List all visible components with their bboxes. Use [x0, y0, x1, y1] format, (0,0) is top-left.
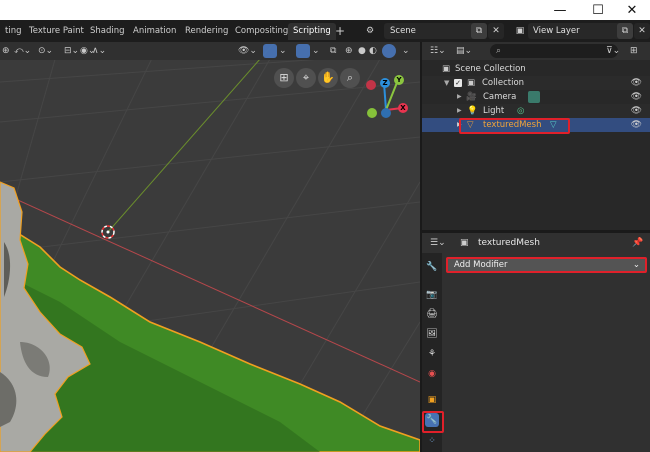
outliner-header: ☷⌄ ▤⌄ ⌕ ⊽⌄ ⊞	[422, 42, 650, 60]
zoom-icon[interactable]: ⌕	[340, 68, 360, 88]
filter-icon[interactable]: ⊽⌄	[606, 45, 620, 58]
highlight-add-modifier	[446, 257, 647, 273]
outliner-row-scene-collection[interactable]: ▣ Scene Collection	[422, 62, 650, 76]
view-layer-browse-icon[interactable]: ▣	[512, 23, 528, 39]
gizmo-neg-y[interactable]	[367, 108, 377, 118]
camera-icon: 🎥	[466, 92, 477, 102]
light-data-icon[interactable]: ◎	[517, 104, 524, 118]
scene-browse-icon[interactable]: ⚙	[362, 23, 378, 39]
properties-object-name: texturedMesh	[478, 238, 540, 248]
collection-icon: ▣	[467, 78, 476, 88]
gizmo-toggle-icon[interactable]	[263, 44, 277, 58]
outliner-row-light[interactable]: ▶ 💡 Light ◎ 👁	[422, 104, 650, 118]
camera-label: Camera	[483, 92, 517, 102]
light-label: Light	[483, 106, 505, 116]
scene-name-field[interactable]: Scene	[384, 23, 475, 39]
tab-shading[interactable]: Shading	[85, 23, 130, 40]
workspace-tab-bar: ting Texture Paint Shading Animation Ren…	[0, 20, 650, 42]
outliner-row-camera[interactable]: ▶ 🎥 Camera 👁	[422, 90, 650, 104]
tab-rendering[interactable]: Rendering	[180, 23, 233, 40]
gizmo-z[interactable]: Z	[380, 78, 390, 88]
close-button[interactable]: ✕	[614, 0, 650, 20]
shading-dropdown-icon[interactable]: ⌄	[402, 45, 410, 58]
gizmo-y[interactable]: Y	[394, 75, 404, 85]
new-view-layer-icon[interactable]: ⧉	[617, 23, 633, 39]
render-tab-icon[interactable]: 📷	[425, 288, 439, 302]
editor-type-icon[interactable]: ☷⌄	[430, 45, 446, 58]
material-shading-icon[interactable]: ◐	[369, 45, 377, 58]
camera-data-icon[interactable]	[528, 91, 540, 103]
gizmo-neg-x[interactable]	[366, 80, 376, 90]
view-layer-name-field[interactable]: View Layer	[528, 23, 621, 39]
scene-collection-label: Scene Collection	[455, 64, 526, 74]
solid-shading-icon[interactable]: ●	[358, 45, 366, 58]
new-scene-icon[interactable]: ⧉	[471, 23, 487, 39]
outliner-search-input[interactable]: ⌕	[490, 44, 618, 58]
wireframe-shading-icon[interactable]: ⊕	[345, 45, 353, 58]
add-workspace-button[interactable]: +	[335, 23, 345, 39]
tool-tab-icon[interactable]: 🔧	[425, 260, 439, 274]
tab-compositing[interactable]: Compositing	[230, 23, 293, 40]
collection-label: Collection	[482, 78, 525, 88]
new-collection-icon[interactable]: ⊞	[630, 45, 638, 58]
rendered-shading-icon[interactable]	[382, 44, 396, 58]
pin-icon[interactable]: 📌	[632, 237, 643, 250]
world-tab-icon[interactable]: ◉	[425, 367, 439, 381]
pivot-icon[interactable]: ⤺⌄	[14, 45, 31, 58]
eye-icon[interactable]: 👁	[631, 76, 642, 90]
camera-view-icon[interactable]: ⌖	[296, 68, 316, 88]
object-tab-icon[interactable]: ▣	[425, 393, 439, 407]
gizmo-dropdown-icon[interactable]: ⌄	[279, 45, 287, 58]
outliner-panel: ☷⌄ ▤⌄ ⌕ ⊽⌄ ⊞ ▣ Scene Collection ▼ ✓ ▣ Co…	[422, 42, 650, 230]
xray-icon[interactable]: ⧉	[330, 45, 336, 58]
eye-icon[interactable]: 👁	[631, 118, 642, 132]
eye-icon[interactable]: 👁	[631, 104, 642, 118]
tab-animation[interactable]: Animation	[128, 23, 181, 40]
viewport-canvas	[0, 42, 420, 452]
viewport-header: ⊕ ⤺⌄ ⊙⌄ ⊟⌄ ◉⌄ ∧⌄ 👁⌄ ⌄ ⌄ ⧉ ⊕ ● ◐ ⌄	[0, 42, 420, 60]
minimize-button[interactable]: —	[542, 0, 578, 20]
light-icon: 💡	[467, 106, 478, 116]
title-bar: — ☐ ✕	[0, 0, 650, 20]
gizmo-x[interactable]: X	[398, 103, 408, 113]
3d-viewport[interactable]: ⊕ ⤺⌄ ⊙⌄ ⊟⌄ ◉⌄ ∧⌄ 👁⌄ ⌄ ⌄ ⧉ ⊕ ● ◐ ⌄ ⊞ ⌖ ✋ …	[0, 42, 420, 452]
checkbox-icon[interactable]: ✓	[454, 79, 462, 87]
delete-view-layer-icon[interactable]: ✕	[634, 23, 650, 39]
expand-icon[interactable]: ▶	[457, 104, 462, 118]
expand-icon[interactable]: ▶	[457, 90, 462, 104]
properties-panel: ☰⌄ ▣ texturedMesh 📌 🔧 📷 🖨 🖼 ⚘ ◉ ▣ 🔧 ⁘ Ad…	[422, 233, 650, 452]
scene-collection-icon: ▣	[442, 64, 451, 74]
maximize-button[interactable]: ☐	[580, 0, 616, 20]
properties-editor-type-icon[interactable]: ☰⌄	[430, 237, 446, 250]
falloff-icon[interactable]: ∧⌄	[92, 45, 106, 58]
tab-scripting[interactable]: Scripting	[288, 23, 336, 40]
overlay-toggle-icon[interactable]	[296, 44, 310, 58]
gizmo-neg-z[interactable]	[381, 108, 391, 118]
highlight-modifier-tab	[422, 411, 444, 433]
display-mode-icon[interactable]: ▤⌄	[456, 45, 472, 58]
properties-header: ☰⌄ ▣ texturedMesh 📌	[422, 233, 650, 253]
highlight-texturedmesh-row	[459, 118, 570, 134]
toggle-perspective-icon[interactable]: ⊞	[274, 68, 294, 88]
delete-scene-icon[interactable]: ✕	[488, 23, 504, 39]
particles-tab-icon[interactable]: ⁘	[425, 434, 439, 448]
output-tab-icon[interactable]: 🖨	[425, 307, 439, 321]
eye-icon[interactable]: 👁	[631, 90, 642, 104]
visibility-icon[interactable]: 👁⌄	[238, 45, 257, 58]
object-pin-icon: ▣	[460, 238, 469, 248]
outliner-row-collection[interactable]: ▼ ✓ ▣ Collection 👁	[422, 76, 650, 90]
scene-tab-icon[interactable]: ⚘	[425, 347, 439, 361]
expand-icon[interactable]: ▼	[444, 76, 449, 90]
pan-hand-icon[interactable]: ✋	[318, 68, 338, 88]
snap-icon[interactable]: ⊙⌄	[38, 45, 53, 58]
view-layer-tab-icon[interactable]: 🖼	[425, 327, 439, 341]
overlay-dropdown-icon[interactable]: ⌄	[312, 45, 320, 58]
tab-texture-paint[interactable]: Texture Paint	[24, 23, 89, 40]
snap-target-icon[interactable]: ⊟⌄	[64, 45, 79, 58]
tab-modeling[interactable]: ting	[0, 23, 26, 40]
transform-orientation-icon[interactable]: ⊕	[2, 45, 10, 58]
